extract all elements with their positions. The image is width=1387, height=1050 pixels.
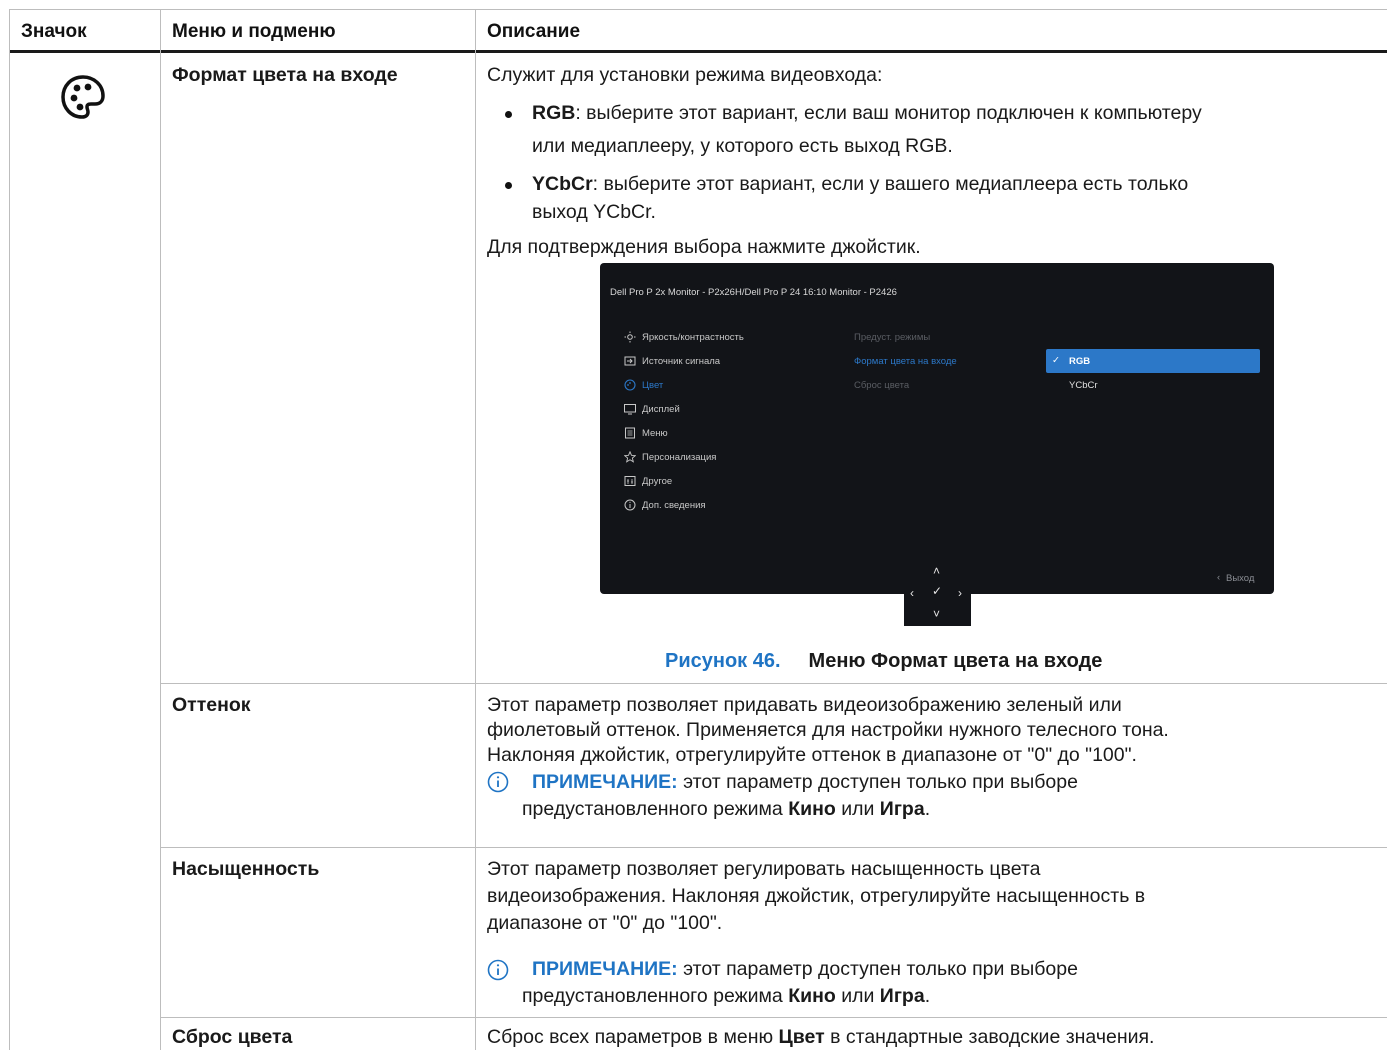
osd-option-ycbcr[interactable]: YCbCr: [1069, 380, 1098, 391]
osd-menu-info[interactable]: Доп. сведения: [642, 500, 706, 511]
hue-note-line2: предустановленного режима Кино или Игра.: [522, 797, 930, 822]
saturation-line3: диапазоне от "0" до "100".: [487, 912, 723, 934]
saturation-note-label: ПРИМЕЧАНИЕ:: [532, 958, 678, 980]
bullet-ycbcr-text: : выберите этот вариант, если у вашего м…: [592, 173, 1189, 195]
hue-note-mode-text: предустановленного режима: [522, 798, 789, 820]
saturation-note-or: или: [835, 985, 880, 1007]
saturation-line2: видеоизображения. Наклоняя джойстик, отр…: [487, 885, 1146, 907]
reset-desc-c: в стандартные заводские значения.: [824, 1026, 1155, 1048]
menu-reset-color: Сброс цвета: [172, 1026, 293, 1048]
hue-note-game: Игра: [879, 798, 925, 820]
input-color-intro: Служит для установки режима видеовхода:: [487, 64, 883, 86]
col-border-2: [160, 9, 161, 1050]
joystick-up-icon[interactable]: ˄: [933, 564, 940, 578]
header-menu-column: Меню и подменю: [172, 21, 336, 42]
osd-exit[interactable]: Выход: [1226, 573, 1254, 584]
joystick-guide: ˄ ‹ ✓ › ˅: [904, 562, 971, 626]
menu-input-color-format: Формат цвета на входе: [172, 64, 398, 86]
saturation-note-mode-text: предустановленного режима: [522, 985, 789, 1007]
reset-desc-color: Цвет: [778, 1026, 825, 1048]
hue-line3: Наклоняя джойстик, отрегулируйте оттенок…: [487, 744, 1137, 766]
saturation-note-game: Игра: [879, 985, 925, 1007]
row-border-1: [160, 683, 1387, 684]
reset-color-desc: Сброс всех параметров в меню Цвет в стан…: [487, 1025, 1154, 1050]
bullet-rgb-term: RGB: [532, 102, 576, 124]
bullet-ycbcr-line2: выход YCbCr.: [532, 201, 656, 223]
saturation-note: ПРИМЕЧАНИЕ: этот параметр доступен тольк…: [532, 957, 1078, 982]
palette-icon: [61, 75, 105, 119]
other-icon: [624, 476, 636, 486]
bullet-dot: [505, 111, 512, 118]
bullet-ycbcr-term: YCbCr: [532, 173, 593, 195]
figure-number: Рисунок 46.: [665, 650, 781, 672]
bullet-ycbcr: YCbCr: выберите этот вариант, если у ваш…: [532, 172, 1188, 197]
bullet-rgb-line2: или медиаплееру, у которого есть выход R…: [532, 135, 953, 157]
saturation-note-kino: Кино: [788, 985, 836, 1007]
osd-menu-display[interactable]: Дисплей: [642, 404, 680, 415]
star-icon: [624, 451, 636, 463]
figure-caption: Рисунок 46. Меню Формат цвета на входе: [665, 650, 1102, 673]
row-border-2: [160, 847, 1387, 848]
bullet-dot: [505, 182, 512, 189]
osd-title: Dell Pro P 2x Monitor - P2x26H/Dell Pro …: [610, 287, 897, 298]
confirm-text: Для подтверждения выбора нажмите джойсти…: [487, 236, 921, 258]
header-bottom-border: [9, 50, 1387, 53]
note-info-icon: [487, 771, 509, 793]
osd-sub-reset-color[interactable]: Сброс цвета: [854, 380, 909, 391]
osd-menu-menu[interactable]: Меню: [642, 428, 668, 439]
col-border-1: [9, 9, 10, 1050]
menu-saturation: Насыщенность: [172, 858, 320, 880]
header-icon-column: Значок: [21, 21, 87, 42]
display-icon: [624, 404, 636, 415]
note-info-icon: [487, 959, 509, 981]
hue-note-end: .: [924, 798, 931, 820]
joystick-left-icon[interactable]: ‹: [910, 586, 914, 600]
table-top-border: [9, 9, 1387, 10]
osd-menu-color[interactable]: Цвет: [642, 380, 663, 391]
figure-title: Меню Формат цвета на входе: [808, 650, 1103, 672]
joystick-down-icon[interactable]: ˅: [933, 607, 940, 621]
check-icon: ✓: [1052, 355, 1060, 366]
saturation-note-end: .: [924, 985, 931, 1007]
bullet-rgb: RGB: выберите этот вариант, если ваш мон…: [532, 101, 1202, 126]
menu-icon: [625, 427, 635, 439]
row-border-3: [160, 1017, 1387, 1018]
osd-sub-input-color-format[interactable]: Формат цвета на входе: [854, 356, 957, 367]
brightness-icon: [624, 331, 636, 343]
hue-note-label: ПРИМЕЧАНИЕ:: [532, 771, 678, 793]
osd-option-rgb[interactable]: RGB: [1069, 356, 1090, 367]
hue-line1: Этот параметр позволяет придавать видеои…: [487, 694, 1122, 716]
hue-line2: фиолетовый оттенок. Применяется для наст…: [487, 719, 1169, 741]
osd-menu-personalize[interactable]: Персонализация: [642, 452, 716, 463]
osd-menu-input-source[interactable]: Источник сигнала: [642, 356, 720, 367]
hue-note: ПРИМЕЧАНИЕ: этот параметр доступен тольк…: [532, 770, 1078, 795]
joystick-check-icon[interactable]: ✓: [932, 584, 942, 598]
hue-note-kino: Кино: [788, 798, 836, 820]
info-icon: [624, 499, 636, 511]
osd-screenshot: Dell Pro P 2x Monitor - P2x26H/Dell Pro …: [600, 263, 1274, 594]
joystick-right-icon[interactable]: ›: [958, 586, 962, 600]
hue-note-text: этот параметр доступен только при выборе: [677, 771, 1078, 793]
reset-desc-a: Сброс всех параметров в меню: [487, 1026, 779, 1048]
saturation-note-text: этот параметр доступен только при выборе: [677, 958, 1078, 980]
header-description-column: Описание: [487, 21, 581, 42]
osd-exit-chevron-icon: ‹: [1217, 572, 1221, 583]
saturation-note-line2: предустановленного режима Кино или Игра.: [522, 984, 930, 1009]
osd-sub-preset-modes[interactable]: Предуст. режимы: [854, 332, 930, 343]
bullet-rgb-text: : выберите этот вариант, если ваш монито…: [575, 102, 1202, 124]
menu-hue: Оттенок: [172, 694, 251, 716]
color-icon: [624, 379, 636, 391]
osd-menu-other[interactable]: Другое: [642, 476, 672, 487]
saturation-line1: Этот параметр позволяет регулировать нас…: [487, 858, 1041, 880]
hue-note-or: или: [835, 798, 880, 820]
col-border-3: [475, 9, 476, 1050]
input-source-icon: [624, 356, 636, 366]
osd-menu-brightness[interactable]: Яркость/контрастность: [642, 332, 744, 343]
